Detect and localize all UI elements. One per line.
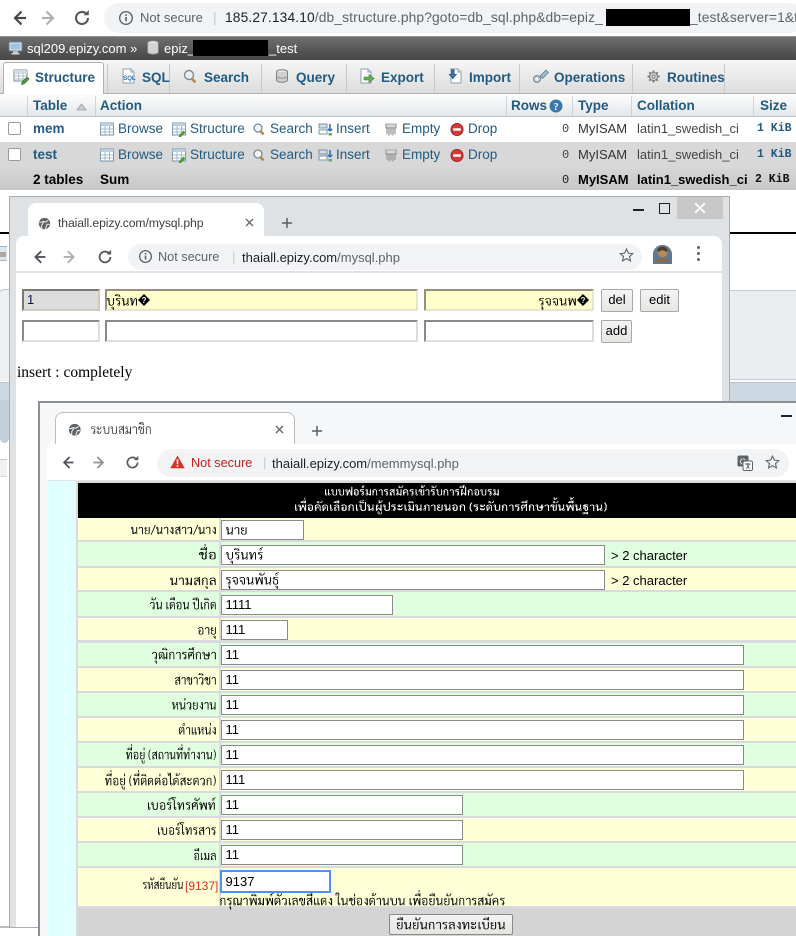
svg-text:?: ? (142, 296, 147, 305)
svg-text:SQL: SQL (123, 76, 136, 82)
svg-text:?: ? (553, 102, 558, 113)
svg-text:?: ? (581, 296, 586, 305)
